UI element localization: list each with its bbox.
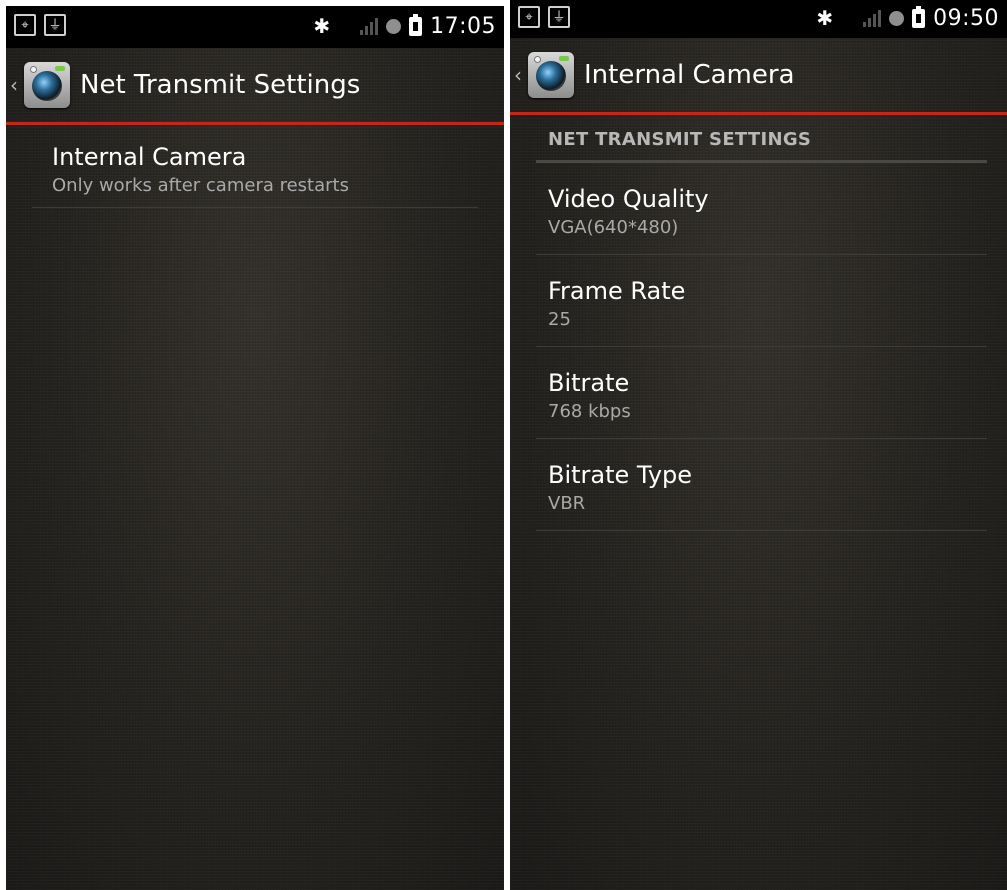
signal-icon bbox=[360, 17, 379, 35]
gps-icon: ⌖ bbox=[518, 6, 540, 28]
sync-icon bbox=[386, 18, 402, 34]
status-clock: 17:05 bbox=[430, 13, 496, 39]
left-phone-screen: ⌖ ⏚ ✱ 17:05 ‹ Net Transmit Settings Inte… bbox=[6, 6, 504, 890]
status-bar: ⌖ ⏚ ✱ 09:50 bbox=[510, 0, 1007, 38]
page-title: Net Transmit Settings bbox=[80, 70, 361, 100]
battery-icon bbox=[912, 5, 926, 28]
status-clock: 09:50 bbox=[933, 5, 999, 31]
item-summary: Only works after camera restarts bbox=[52, 175, 349, 196]
signal-icon bbox=[863, 9, 882, 27]
status-bar: ⌖ ⏚ ✱ 17:05 bbox=[6, 6, 504, 48]
camera-app-icon[interactable] bbox=[24, 62, 70, 108]
right-phone-screen: ⌖ ⏚ ✱ 09:50 ‹ Internal Camera NET TRANSM… bbox=[510, 0, 1007, 890]
back-chevron-icon[interactable]: ‹ bbox=[514, 63, 526, 87]
list-item-internal-camera[interactable]: Internal Camera Only works after camera … bbox=[32, 125, 478, 208]
bluetooth-icon: ✱ bbox=[313, 14, 331, 38]
settings-list: NET TRANSMIT SETTINGS Video Quality VGA(… bbox=[510, 115, 1007, 531]
gps-icon: ⌖ bbox=[14, 14, 36, 36]
item-title: Frame Rate bbox=[548, 277, 686, 305]
usb-plug-icon: ⏚ bbox=[44, 14, 66, 36]
sync-icon bbox=[889, 10, 905, 26]
item-title: Internal Camera bbox=[52, 143, 247, 171]
action-bar[interactable]: ‹ Internal Camera bbox=[510, 38, 1007, 115]
list-item-bitrate-type[interactable]: Bitrate Type VBR bbox=[536, 439, 987, 531]
item-summary: VBR bbox=[548, 493, 586, 514]
page-title: Internal Camera bbox=[584, 60, 795, 90]
battery-icon bbox=[409, 13, 423, 36]
item-summary: VGA(640*480) bbox=[548, 217, 679, 238]
usb-plug-icon: ⏚ bbox=[548, 6, 570, 28]
list-item-video-quality[interactable]: Video Quality VGA(640*480) bbox=[536, 163, 987, 255]
settings-list: Internal Camera Only works after camera … bbox=[6, 125, 504, 208]
list-item-frame-rate[interactable]: Frame Rate 25 bbox=[536, 255, 987, 347]
item-title: Bitrate Type bbox=[548, 461, 693, 489]
action-bar[interactable]: ‹ Net Transmit Settings bbox=[6, 48, 504, 125]
item-summary: 768 kbps bbox=[548, 401, 631, 422]
item-title: Video Quality bbox=[548, 185, 709, 213]
camera-app-icon[interactable] bbox=[528, 52, 574, 98]
category-header: NET TRANSMIT SETTINGS bbox=[536, 115, 987, 163]
list-item-bitrate[interactable]: Bitrate 768 kbps bbox=[536, 347, 987, 439]
item-summary: 25 bbox=[548, 309, 571, 330]
bluetooth-icon: ✱ bbox=[816, 6, 834, 30]
back-chevron-icon[interactable]: ‹ bbox=[10, 73, 22, 97]
item-title: Bitrate bbox=[548, 369, 630, 397]
